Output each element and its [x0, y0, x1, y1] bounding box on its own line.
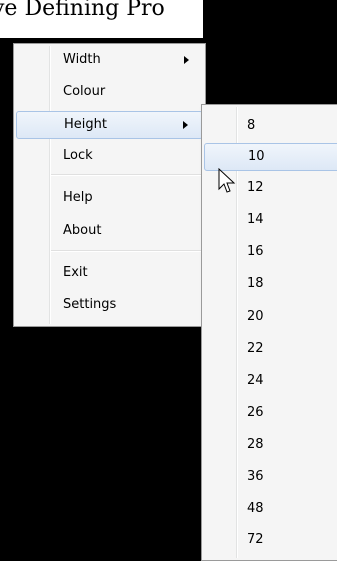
- menu-item-label: Settings: [63, 297, 117, 312]
- height-option-36[interactable]: 36: [204, 463, 337, 491]
- height-option-48[interactable]: 48: [204, 495, 337, 523]
- height-option-72[interactable]: 72: [204, 526, 337, 554]
- menu-item-lock[interactable]: Lock: [16, 142, 203, 170]
- menu-item-label: Colour: [63, 84, 106, 99]
- submenu-arrow-icon: [183, 121, 188, 129]
- menu-item-width[interactable]: Width: [16, 46, 203, 74]
- menu-item-label: Lock: [63, 148, 93, 163]
- height-option-10[interactable]: 10: [204, 143, 337, 171]
- menu-item-label: About: [63, 223, 102, 238]
- height-option-8[interactable]: 8: [204, 112, 337, 140]
- menu-item-help[interactable]: Help: [16, 184, 203, 212]
- height-option-label: 12: [247, 180, 264, 195]
- height-option-28[interactable]: 28: [204, 431, 337, 459]
- height-option-label: 18: [247, 276, 264, 291]
- mouse-pointer-icon: [218, 168, 236, 193]
- submenu-arrow-icon: [184, 56, 189, 64]
- menu-item-height[interactable]: Height: [16, 111, 203, 139]
- height-option-label: 48: [247, 501, 264, 516]
- height-option-label: 24: [247, 373, 264, 388]
- height-option-14[interactable]: 14: [204, 206, 337, 234]
- menu-item-label: Exit: [63, 265, 88, 280]
- height-option-label: 26: [247, 405, 264, 420]
- menu-item-about[interactable]: About: [16, 217, 203, 245]
- window-title: ve Defining Pro: [0, 0, 165, 21]
- height-option-label: 20: [247, 309, 264, 324]
- height-option-26[interactable]: 26: [204, 399, 337, 427]
- height-option-24[interactable]: 24: [204, 367, 337, 395]
- menu-item-label: Height: [64, 117, 107, 132]
- height-option-label: 14: [247, 212, 264, 227]
- height-option-label: 28: [247, 437, 264, 452]
- height-option-18[interactable]: 18: [204, 270, 337, 298]
- height-option-label: 10: [248, 149, 265, 164]
- height-option-20[interactable]: 20: [204, 303, 337, 331]
- menu-item-colour[interactable]: Colour: [16, 78, 203, 106]
- menu-separator: [51, 250, 203, 252]
- context-menu: Width Colour Height Lock Help About Exit…: [13, 43, 206, 327]
- menu-item-exit[interactable]: Exit: [16, 259, 203, 287]
- menu-item-label: Help: [63, 190, 93, 205]
- height-option-22[interactable]: 22: [204, 335, 337, 363]
- height-option-label: 16: [247, 244, 264, 259]
- height-option-label: 8: [247, 118, 256, 133]
- height-option-label: 36: [247, 469, 264, 484]
- menu-separator: [51, 174, 203, 176]
- height-option-label: 72: [247, 532, 264, 547]
- menu-item-settings[interactable]: Settings: [16, 291, 203, 319]
- height-option-16[interactable]: 16: [204, 238, 337, 266]
- height-option-label: 22: [247, 341, 264, 356]
- window-title-bar: ve Defining Pro: [0, 0, 203, 38]
- menu-item-label: Width: [63, 52, 101, 67]
